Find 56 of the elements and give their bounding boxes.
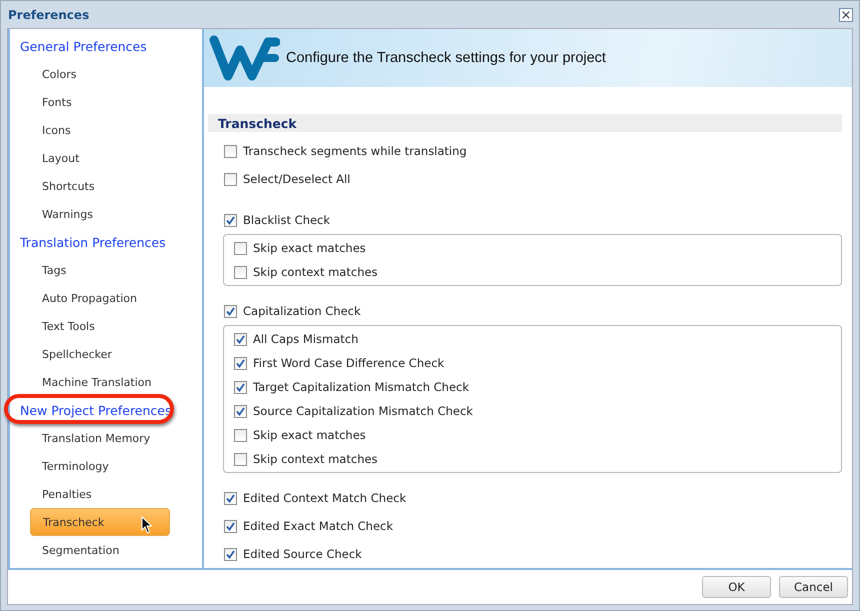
- sidebar-item[interactable]: Layout: [10, 144, 202, 172]
- sidebar-item[interactable]: Spellchecker: [10, 340, 202, 368]
- checkbox[interactable]: [234, 380, 247, 394]
- checkbox[interactable]: [224, 548, 237, 560]
- sidebar-item[interactable]: Segmentation: [10, 536, 202, 564]
- checkbox[interactable]: [224, 492, 237, 504]
- sidebar-item[interactable]: Warnings: [10, 200, 202, 228]
- checkbox-label[interactable]: Transcheck segments while translating: [243, 144, 467, 158]
- checkbox[interactable]: [234, 332, 247, 346]
- sidebar-item[interactable]: Colors: [10, 60, 202, 88]
- checkbox[interactable]: [234, 242, 247, 254]
- checkbox[interactable]: [224, 144, 237, 158]
- checkbox[interactable]: [234, 404, 247, 418]
- checkbox-label[interactable]: Skip context matches: [253, 265, 378, 279]
- dialog-button[interactable]: OK: [702, 576, 771, 598]
- checkbox-label[interactable]: First Word Case Difference Check: [253, 356, 444, 370]
- checkbox[interactable]: [234, 266, 247, 278]
- sidebar-item[interactable]: Translation Memory: [10, 424, 202, 452]
- checkbox[interactable]: [234, 356, 247, 370]
- sidebar-item[interactable]: Machine Translation: [10, 368, 202, 396]
- sidebar-item[interactable]: Transcheck: [30, 508, 170, 536]
- sidebar-section[interactable]: Translation Preferences: [20, 234, 166, 250]
- sidebar-item[interactable]: Tags: [10, 256, 202, 284]
- sidebar-item[interactable]: Fonts: [10, 88, 202, 116]
- close-button[interactable]: ×: [839, 8, 853, 22]
- checkbox[interactable]: [224, 520, 237, 532]
- checkbox-label[interactable]: Target Capitalization Mismatch Check: [253, 380, 470, 394]
- checkbox[interactable]: [224, 214, 237, 226]
- checkbox-label[interactable]: Skip exact matches: [253, 241, 366, 255]
- sidebar-item[interactable]: Terminology: [10, 452, 202, 480]
- checkbox-label[interactable]: Edited Exact Match Check: [243, 519, 394, 533]
- checkbox[interactable]: [234, 452, 247, 466]
- sidebar-item[interactable]: Icons: [10, 116, 202, 144]
- sidebar-item[interactable]: Text Tools: [10, 312, 202, 340]
- checkbox-label[interactable]: Select/Deselect All: [243, 172, 350, 186]
- sidebar-item[interactable]: Auto Propagation: [10, 284, 202, 312]
- logo-icon: [208, 34, 280, 82]
- checkbox[interactable]: [224, 304, 237, 318]
- window-title: Preferences: [8, 8, 90, 22]
- checkbox-label[interactable]: Skip context matches: [253, 452, 378, 466]
- sidebar-section[interactable]: General Preferences: [20, 38, 147, 54]
- banner-title: Configure the Transcheck settings for your project: [286, 50, 606, 66]
- sidebar-item[interactable]: Penalties: [10, 480, 202, 508]
- sidebar-section[interactable]: New Project Preferences: [20, 402, 172, 418]
- checkbox-label[interactable]: All Caps Mismatch: [253, 332, 358, 346]
- checkbox-label[interactable]: Edited Context Match Check: [243, 491, 406, 505]
- checkbox-label[interactable]: Source Capitalization Mismatch Check: [253, 404, 473, 418]
- section-header: Transcheck: [208, 114, 842, 132]
- checkbox-label[interactable]: Skip exact matches: [253, 428, 366, 442]
- checkbox-label[interactable]: Blacklist Check: [243, 213, 330, 227]
- checkbox[interactable]: [224, 172, 237, 186]
- checkbox[interactable]: [234, 428, 247, 442]
- dialog-button[interactable]: Cancel: [779, 576, 848, 598]
- checkbox-label[interactable]: Capitalization Check: [243, 304, 361, 318]
- checkbox-label[interactable]: Edited Source Check: [243, 547, 362, 561]
- sidebar-item[interactable]: Shortcuts: [10, 172, 202, 200]
